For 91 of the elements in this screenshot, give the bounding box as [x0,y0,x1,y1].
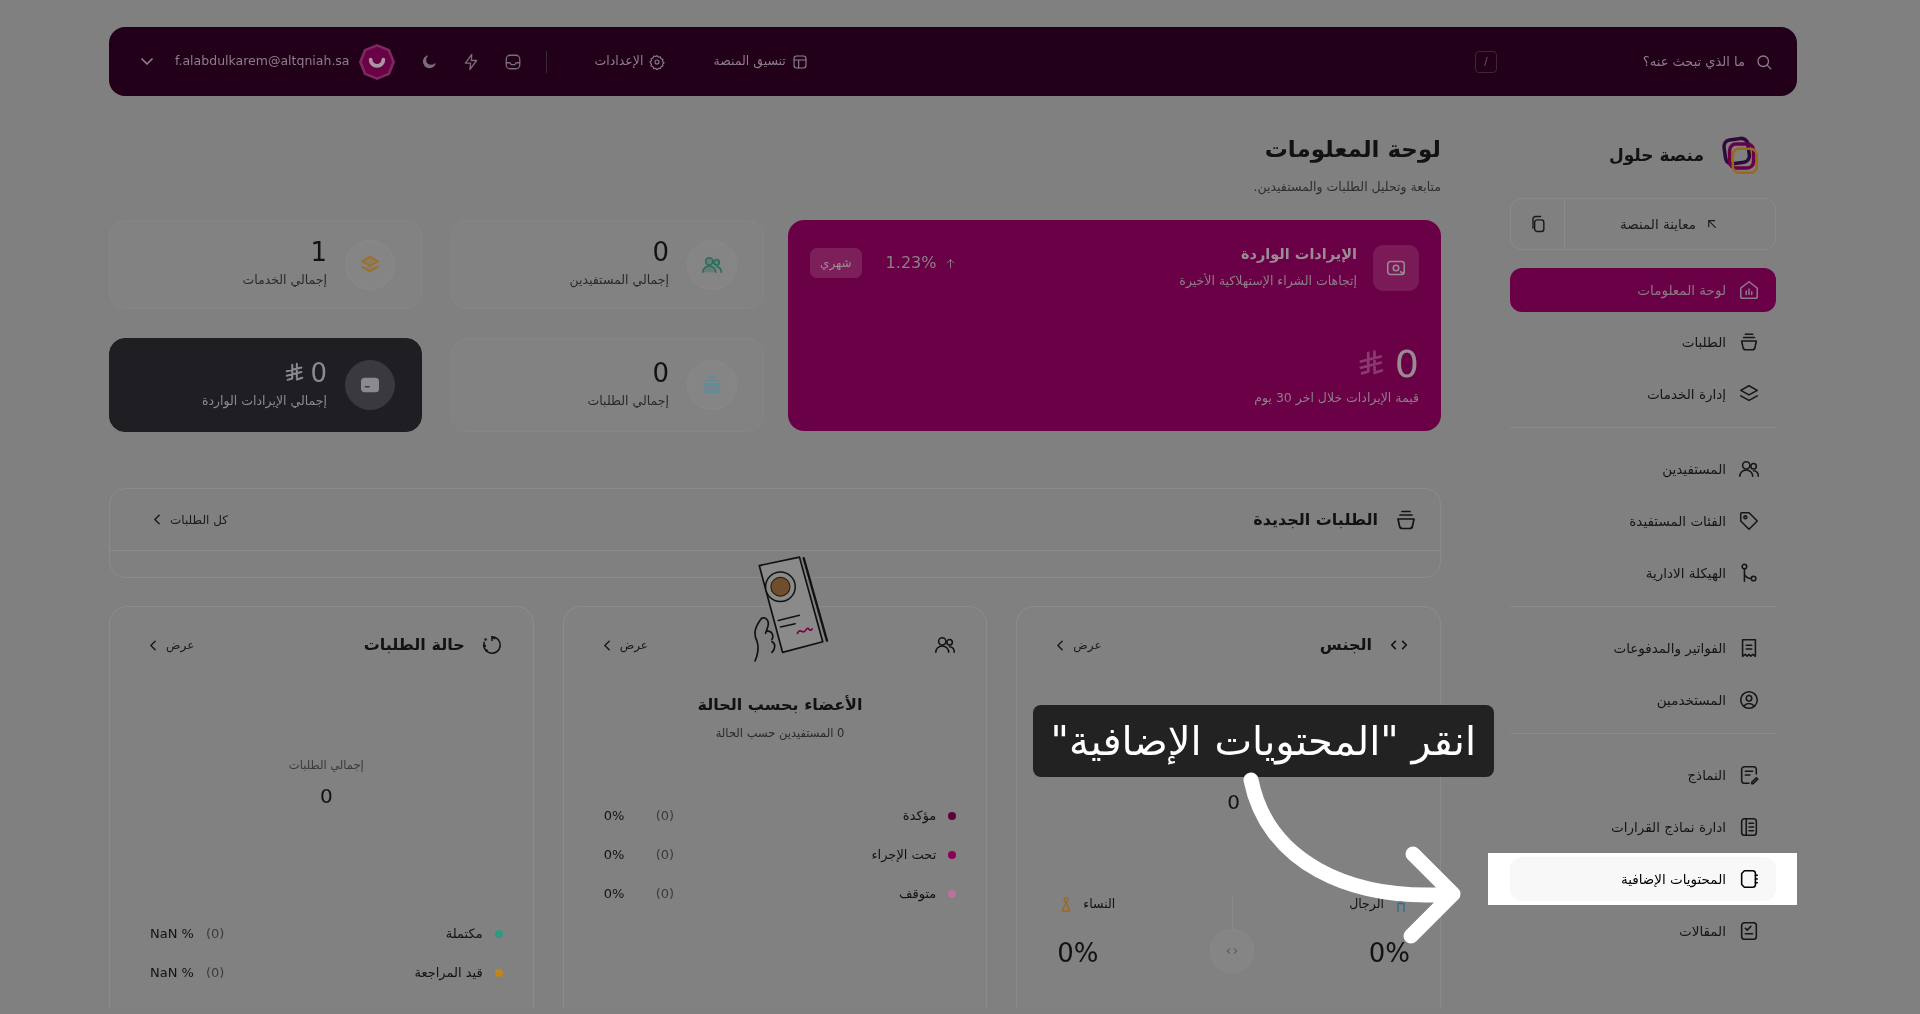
form-edit-icon [1738,764,1760,786]
stat-value: 0 [310,359,327,386]
bowl-icon [1738,331,1760,353]
gender-total: 0 [1226,789,1242,817]
card-title: الأعضاء بحسب الحالة [696,694,864,717]
legend-percent: 0% [603,846,626,865]
legend-count: (0) [655,846,675,865]
stat-value: 1 [310,239,327,266]
stat-label: إجمالي الطلبات [587,391,669,410]
gender-percent: 0% [1367,937,1410,971]
chevron-left-icon [603,639,610,651]
user-email[interactable]: f.alabdulkarem@altqniah.sa [175,52,350,71]
users-icon [1738,458,1760,480]
legend-label: قيد المراجعة [414,964,483,983]
chevron-left-icon [1057,639,1064,651]
brand-logo-icon [1720,136,1760,176]
period-badge[interactable]: شهري [810,248,862,279]
sidebar-item[interactable]: المحتويات الإضافية [1510,857,1776,901]
preview-button[interactable]: معاينة المنصة [1565,199,1775,249]
all-orders-link[interactable]: كل الطلبات [154,510,228,529]
total-label: إجمالي الطلبات [287,757,365,775]
gender-percent: 0% [1057,937,1100,971]
section-title: الطلبات الجديدة [1253,508,1378,531]
page-title: لوحة المعلومات [1263,136,1441,164]
sidebar-item[interactable]: ادارة نماذج القرارات [1510,805,1776,849]
tutorial-callout: انقر "المحتويات الإضافية" [1032,705,1494,777]
legend-percent: % NaN [150,964,194,983]
branch-icon [1738,562,1760,584]
legend-count: (0) [655,885,675,904]
legend-label: تحت الإجراء [871,846,937,865]
legend-count: (0) [655,807,675,826]
stat-value: 0 [652,359,669,386]
bowl-icon [701,374,723,397]
chevron-left-icon [154,514,160,526]
total-value: 0 [318,782,334,810]
sidebar-item[interactable]: لوحة المعلومات [1510,268,1776,312]
stat-label: إجمالي الإيرادات الواردة [201,391,327,411]
search-field[interactable]: ما الذي تبحث عنه؟ [1497,50,1747,73]
shortcut-key: / [1475,50,1497,73]
sidebar-item[interactable]: المقالات [1510,909,1776,953]
page-subtitle: متابعة وتحليل الطلبات والمستفيدين. [1252,177,1441,197]
stat-label: إجمالي الخدمات [242,271,327,290]
change-percent: 1.23% [885,252,937,275]
notebook-icon [1738,868,1760,890]
sidebar-item[interactable]: المستخدمين [1510,678,1776,722]
gender-label: النساء [1083,895,1116,914]
view-link[interactable]: عرض [150,636,195,655]
inbox-button[interactable] [503,52,522,71]
search-icon [1755,52,1773,71]
settings-link[interactable]: الإعدادات [594,52,666,71]
list-icon [1738,816,1760,838]
sidebar-item[interactable]: الفئات المستفيدة [1510,499,1776,543]
layout-link[interactable]: تنسيق المنصة [713,52,808,71]
card-title: حالة الطلبات [363,634,465,657]
view-link[interactable]: عرض [1057,636,1102,655]
stat-label: إجمالي المستفيدين [569,271,669,290]
settings-icon [649,53,666,70]
revenue-title: الإيرادات الواردة [1239,245,1357,265]
view-link[interactable]: عرض [603,636,648,655]
sidebar-item[interactable]: إدارة الخدمات [1510,372,1776,416]
revenue-subtitle: إتجاهات الشراء الإستهلاكية الأخيرة [1179,272,1357,291]
card-title: الجنس [1319,634,1372,657]
revenue-value: 0 [1394,344,1419,383]
sidebar-item[interactable]: النماذج [1510,753,1776,797]
sidebar-item[interactable]: الطلبات [1510,320,1776,364]
legend-percent: % NaN [150,925,194,944]
legend-count: (0) [205,925,225,944]
inbox-icon [503,52,522,71]
legend-label: متوقف [899,885,937,904]
layout-icon [791,53,808,70]
legend-count: (0) [205,964,225,983]
chevron-down-icon [141,58,153,65]
user-circle-icon [1738,689,1760,711]
sidebar-item[interactable]: المستفيدين [1510,447,1776,491]
sidebar-item[interactable]: الهيكلة الادارية [1510,551,1776,595]
revenue-caption: قيمة الإيرادات خلال اخر 30 يوم [1253,388,1419,408]
home-chart-icon [1738,279,1760,301]
avatar-icon [357,42,396,81]
legend-percent: 0% [603,807,626,826]
card-subtitle: 0 المستفيدين حسب الحالة [714,725,846,743]
chevron-left-icon [150,639,156,651]
sidebar-item[interactable]: الفواتير والمدفوعات [1510,626,1776,670]
gender-label: الرجال [1349,895,1384,914]
document-icon [1738,920,1760,942]
legend-label: مؤكدة [902,807,937,826]
stat-value: 0 [652,239,669,266]
legend-percent: 0% [603,885,626,904]
refresh-icon [480,634,503,657]
brand-name: منصة حلول [1608,144,1704,168]
legend-label: مكتملة [445,925,483,944]
tag-icon [1738,510,1760,532]
